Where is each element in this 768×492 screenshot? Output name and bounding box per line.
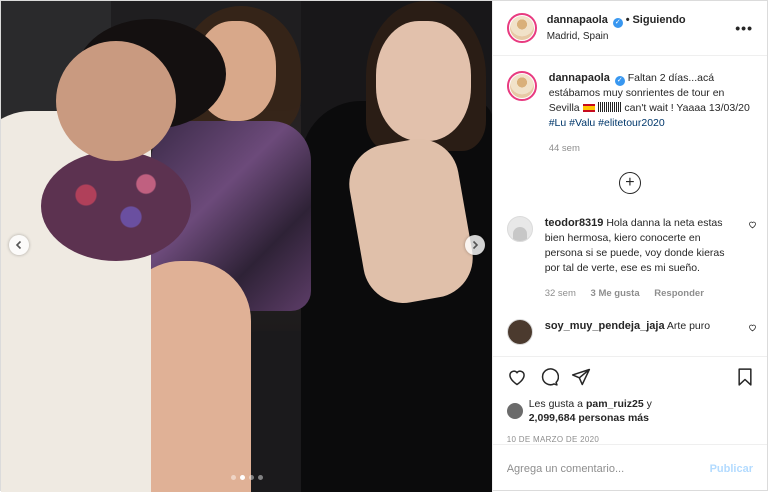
hashtag-valu[interactable]: #Valu bbox=[569, 117, 595, 129]
caption-text-continued: can't wait ! Yaaaa 13/03/20 bbox=[624, 102, 750, 114]
comment-username[interactable]: teodor8319 bbox=[545, 217, 604, 229]
caption: dannapaola ✓ Faltan 2 días...acá estábam… bbox=[506, 71, 753, 156]
post-photo[interactable] bbox=[1, 1, 492, 492]
comment: soy_muy_pendeja_jaja Arte puro bbox=[506, 319, 756, 345]
load-more-comments: + bbox=[507, 172, 753, 194]
post-side-panel: dannapaola ✓ • Siguiendo Madrid, Spain •… bbox=[491, 1, 767, 492]
liker-avatar[interactable] bbox=[506, 403, 523, 419]
plus-circle-icon[interactable]: + bbox=[618, 172, 641, 194]
carousel-dot bbox=[249, 475, 254, 480]
bookmark-icon[interactable] bbox=[735, 367, 755, 387]
post-date[interactable]: 10 DE MARZO DE 2020 bbox=[507, 435, 755, 444]
more-options-icon[interactable]: ••• bbox=[735, 20, 753, 36]
spain-flag-icon bbox=[582, 104, 595, 112]
comment-bubble-icon[interactable] bbox=[539, 367, 559, 387]
like-heart-icon[interactable] bbox=[507, 367, 527, 387]
likes-count[interactable]: 2,099,684 personas más bbox=[529, 412, 649, 424]
comment-avatar[interactable] bbox=[506, 319, 533, 345]
hashtag-lu[interactable]: #Lu bbox=[549, 117, 567, 129]
comment-like-heart-icon[interactable] bbox=[748, 323, 757, 332]
publish-button[interactable]: Publicar bbox=[710, 463, 753, 475]
likes-mid: y bbox=[646, 398, 652, 410]
carousel-dot bbox=[258, 475, 263, 480]
verified-badge-icon: ✓ bbox=[612, 18, 623, 28]
add-comment-input[interactable] bbox=[506, 462, 710, 475]
carousel-dot bbox=[231, 475, 236, 480]
verified-badge-icon: ✓ bbox=[614, 76, 625, 86]
reply-button[interactable]: Responder bbox=[654, 288, 704, 299]
comment-likes[interactable]: 3 Me gusta bbox=[591, 288, 640, 299]
post-actions: Les gusta a pam_ruiz25 y 2,099,684 perso… bbox=[492, 356, 767, 444]
post-location[interactable]: Madrid, Spain bbox=[547, 31, 736, 42]
comment: teodor8319 Hola danna la neta estas bien… bbox=[506, 216, 756, 301]
share-paper-plane-icon[interactable] bbox=[571, 367, 591, 387]
follow-separator: • bbox=[625, 14, 630, 26]
hashtag-elitetour2020[interactable]: #elitetour2020 bbox=[598, 117, 665, 129]
caption-username[interactable]: dannapaola bbox=[549, 72, 610, 84]
carousel-indicator bbox=[231, 475, 263, 480]
chevron-left-icon bbox=[15, 240, 22, 250]
add-comment-bar: Publicar bbox=[492, 444, 767, 492]
comment-avatar[interactable] bbox=[506, 216, 533, 242]
person-right-face bbox=[376, 21, 471, 141]
likes-summary: Les gusta a pam_ruiz25 y 2,099,684 perso… bbox=[506, 397, 755, 425]
unrendered-emoji-icon bbox=[597, 102, 622, 112]
author-avatar[interactable] bbox=[506, 13, 537, 43]
person-left-face bbox=[56, 41, 176, 161]
comment-time[interactable]: 32 sem bbox=[545, 288, 576, 299]
caption-time[interactable]: 44 sem bbox=[549, 143, 580, 154]
next-arrow-button[interactable] bbox=[465, 235, 485, 255]
caption-avatar[interactable] bbox=[506, 71, 537, 101]
chevron-right-icon bbox=[472, 240, 479, 250]
following-button[interactable]: Siguiendo bbox=[632, 14, 685, 26]
comment-text: Arte puro bbox=[666, 320, 711, 332]
instagram-post: dannapaola ✓ • Siguiendo Madrid, Spain •… bbox=[0, 0, 768, 492]
post-header: dannapaola ✓ • Siguiendo Madrid, Spain •… bbox=[492, 1, 767, 56]
comments-section[interactable]: dannapaola ✓ Faltan 2 días...acá estábam… bbox=[493, 57, 767, 355]
comment-username[interactable]: soy_muy_pendeja_jaja bbox=[545, 320, 665, 332]
comment-like-heart-icon[interactable] bbox=[748, 220, 757, 229]
previous-arrow-button[interactable] bbox=[9, 235, 29, 255]
author-username[interactable]: dannapaola bbox=[547, 14, 608, 26]
carousel-dot-active bbox=[240, 475, 245, 480]
likes-prefix: Les gusta a bbox=[528, 398, 584, 410]
person-left-sweater bbox=[41, 151, 191, 261]
liker-username[interactable]: pam_ruiz25 bbox=[586, 398, 644, 410]
